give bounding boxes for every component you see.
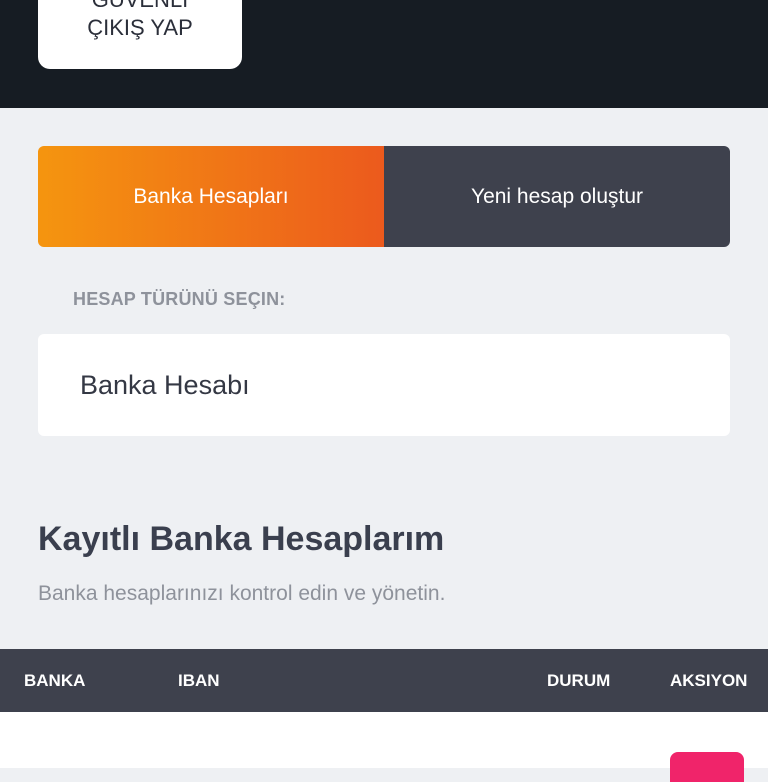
secure-logout-button[interactable]: GÜVENLİ ÇIKIŞ YAP [38,0,242,69]
column-header-bank: BANKA [24,671,86,690]
logout-label-line2: ÇIKIŞ YAP [87,15,193,40]
table-body [0,712,768,782]
table-header: BANKA IBAN DURUM AKSIYON [0,649,768,712]
account-tabs: Banka Hesapları Yeni hesap oluştur [38,146,730,247]
tab-create-account[interactable]: Yeni hesap oluştur [384,146,730,247]
top-bar: GÜVENLİ ÇIKIŞ YAP [0,0,768,108]
section-subtitle: Banka hesaplarınızı kontrol edin ve yöne… [38,582,446,605]
row-action-button[interactable] [670,752,744,782]
section-title: Kayıtlı Banka Hesaplarım [38,520,445,558]
account-type-selected-value: Banka Hesabı [80,369,250,400]
column-header-action: AKSIYON [670,671,748,690]
logout-label-line1: GÜVENLİ [92,0,189,13]
account-type-select[interactable]: Banka Hesabı [38,334,730,436]
column-header-iban: IBAN [178,671,220,690]
account-type-label: HESAP TÜRÜNÜ SEÇIN: [73,289,286,309]
column-header-status: DURUM [547,671,611,690]
tab-bank-accounts[interactable]: Banka Hesapları [38,146,384,247]
